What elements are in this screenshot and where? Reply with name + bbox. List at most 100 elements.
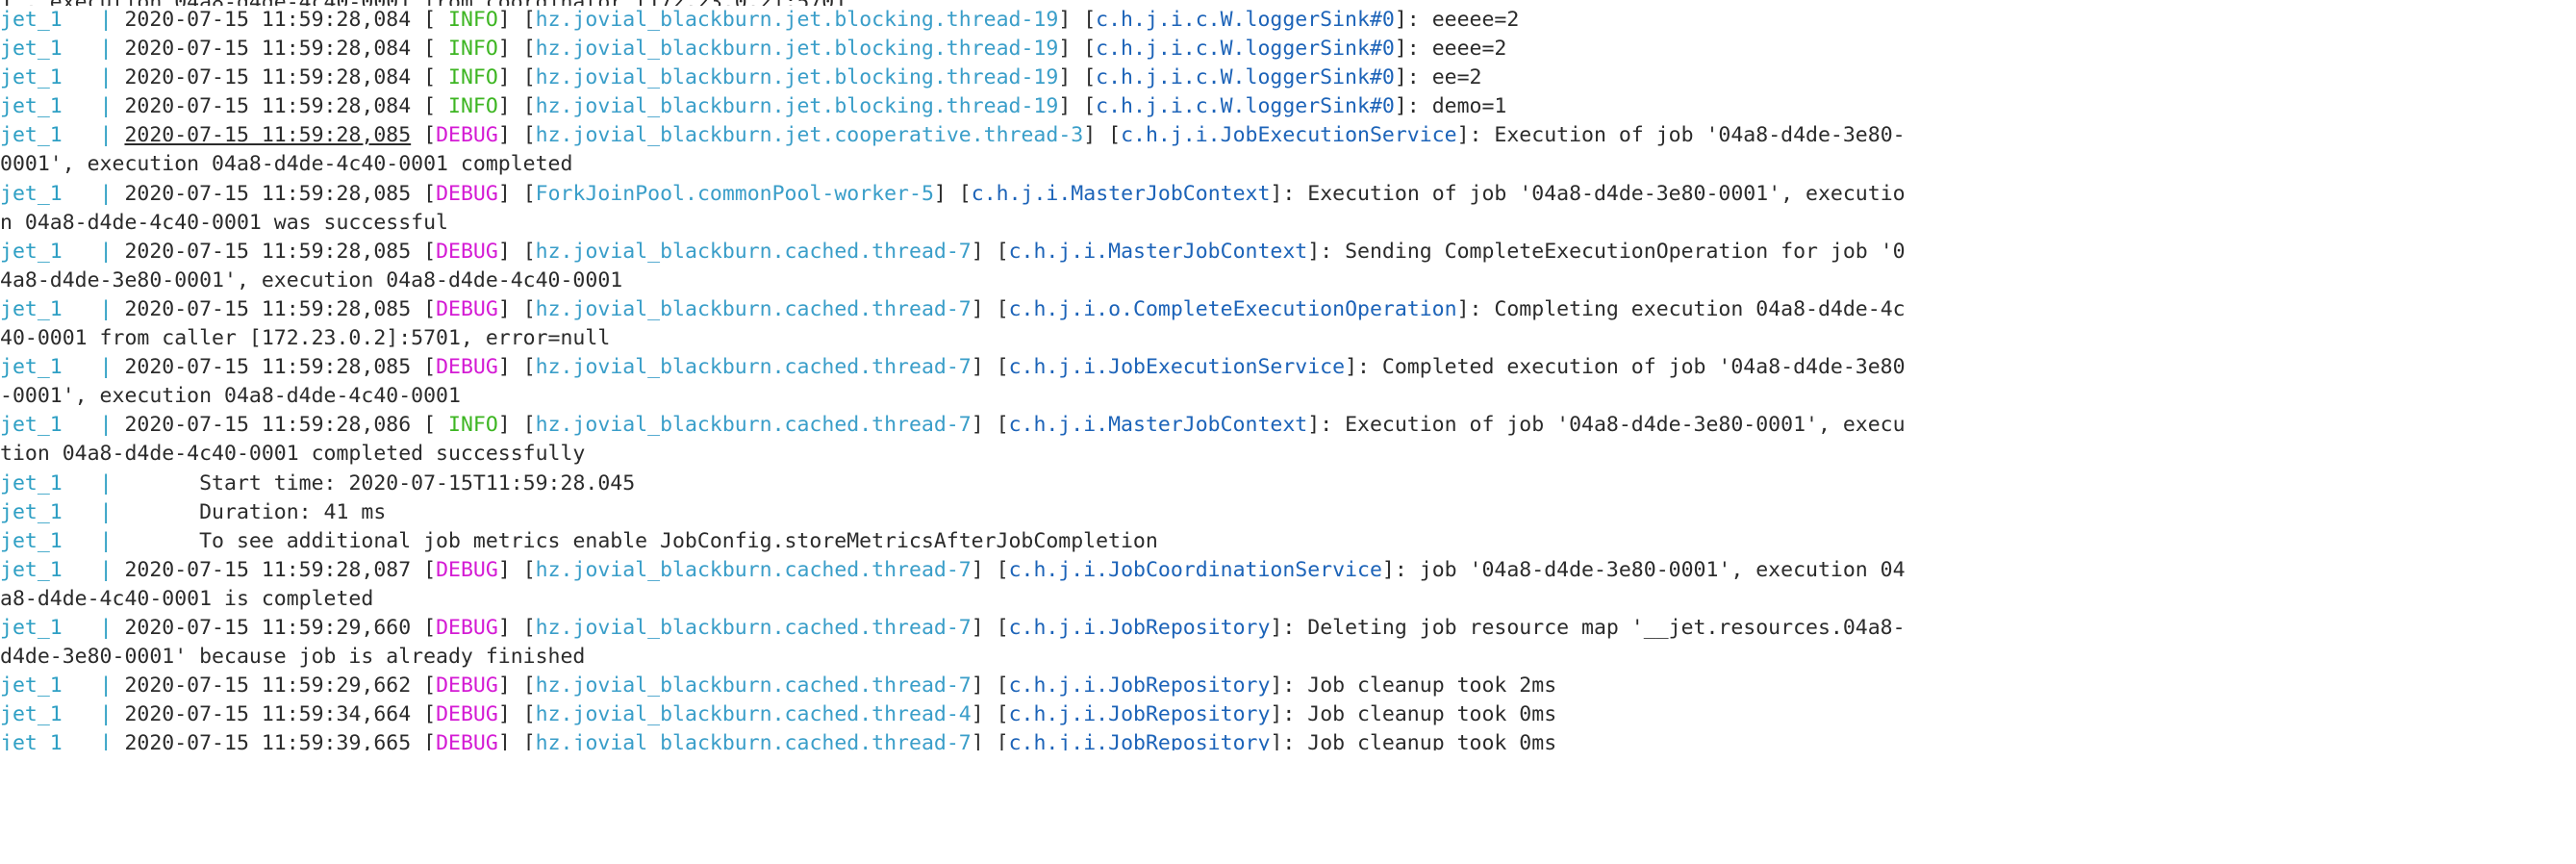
logger-bracket-close: ]	[1381, 557, 1395, 582]
log-level-bracket-close: ]	[497, 37, 511, 62]
log-line-entry: jet_1 | 2020-07-15 11:59:28,084 [ INFO] …	[0, 64, 2576, 92]
logger-bracket-open: [	[996, 239, 1009, 264]
logger-bracket-open: [	[996, 413, 1009, 438]
log-level-bracket-open: [	[423, 673, 437, 699]
log-message-separator: :	[1282, 181, 1308, 206]
service-separator: |	[99, 355, 125, 380]
log-level-badge: INFO	[448, 8, 498, 32]
log-level-bracket-open: [	[423, 123, 437, 148]
service-name: jet_1	[0, 37, 100, 62]
log-thread-name: hz.jovial_blackburn.jet.blocking.thread-…	[535, 65, 1059, 90]
service-separator: |	[99, 615, 125, 640]
log-message: Execution of job '04a8-d4de-3e80-	[1494, 123, 1906, 148]
log-thread-name: hz.jovial_blackburn.cached.thread-7	[535, 355, 972, 380]
log-level-bracket-open: [	[423, 37, 449, 62]
log-logger-name: c.h.j.i.JobRepository	[1008, 731, 1271, 751]
log-timestamp: 2020-07-15 11:59:28,084	[124, 37, 412, 62]
thread-bracket-open: [	[522, 702, 536, 727]
log-level-bracket-close: ]	[497, 557, 511, 582]
log-message: Job cleanup took 0ms	[1307, 702, 1557, 727]
log-message: Completing execution 04a8-d4de-4c	[1494, 296, 1906, 321]
log-level-badge: INFO	[448, 94, 498, 119]
log-level-bracket-close: ]	[497, 8, 511, 32]
log-line-entry: jet_1 | 2020-07-15 11:59:28,085 [DEBUG] …	[0, 238, 2576, 267]
log-thread-name: hz.jovial_blackburn.cached.thread-7	[535, 239, 972, 264]
service-name: jet_1	[0, 557, 100, 582]
thread-bracket-close: ]	[971, 296, 984, 321]
logger-bracket-close: ]	[1345, 355, 1358, 380]
log-logger-name: c.h.j.i.c.W.loggerSink#0	[1096, 94, 1395, 119]
log-message-separator: :	[1282, 702, 1308, 727]
log-level-badge: DEBUG	[436, 239, 498, 264]
service-separator: |	[99, 470, 125, 496]
logger-bracket-open: [	[1083, 65, 1097, 90]
log-line-continuation: 40-0001 from caller [172.23.0.2]:5701, e…	[0, 324, 2576, 353]
log-timestamp: 2020-07-15 11:59:28,087	[124, 557, 412, 582]
log-logger-name: c.h.j.i.JobRepository	[1008, 673, 1271, 699]
log-line-entry: jet_1 | 2020-07-15 11:59:29,660 [DEBUG] …	[0, 614, 2576, 643]
log-detail-text: Duration: 41 ms	[124, 499, 387, 524]
log-level-bracket-close: ]	[497, 181, 511, 206]
log-timestamp: 2020-07-15 11:59:28,085	[124, 181, 412, 206]
log-level-bracket-close: ]	[497, 355, 511, 380]
log-level-badge: DEBUG	[436, 181, 498, 206]
log-line-detail: jet_1 | Start time: 2020-07-15T11:59:28.…	[0, 470, 2576, 498]
log-timestamp: 2020-07-15 11:59:28,084	[124, 65, 412, 90]
log-level-badge: INFO	[448, 65, 498, 90]
thread-bracket-close: ]	[971, 731, 984, 751]
log-message: Job cleanup took 2ms	[1307, 673, 1557, 699]
log-line-continuation: -0001', execution 04a8-d4de-4c40-0001	[0, 382, 2576, 411]
service-name: jet_1	[0, 94, 100, 119]
log-timestamp: 2020-07-15 11:59:39,665	[124, 731, 412, 751]
log-line-entry: jet_1 | 2020-07-15 11:59:34,664 [DEBUG] …	[0, 700, 2576, 729]
log-logger-name: c.h.j.i.JobExecutionService	[1121, 123, 1457, 148]
log-logger-name: c.h.j.i.MasterJobContext	[1008, 413, 1308, 438]
log-thread-name: hz.jovial_blackburn.cached.thread-7	[535, 557, 972, 582]
log-level-badge: DEBUG	[436, 123, 498, 148]
log-line-continuation: n 04a8-d4de-4c40-0001 was successful	[0, 209, 2576, 238]
log-thread-name: hz.jovial_blackburn.cached.thread-7	[535, 731, 972, 751]
service-name: jet_1	[0, 528, 100, 553]
log-line-entry: jet_1 | 2020-07-15 11:59:28,084 [ INFO] …	[0, 35, 2576, 64]
log-message: eeee=2	[1431, 37, 1507, 62]
log-level-bracket-close: ]	[497, 296, 511, 321]
log-line-entry: jet_1 | 2020-07-15 11:59:39,665 [DEBUG] …	[0, 729, 2576, 750]
logger-bracket-open: [	[996, 296, 1009, 321]
log-level-bracket-open: [	[423, 65, 449, 90]
log-level-bracket-open: [	[423, 296, 437, 321]
log-message-separator: :	[1320, 413, 1346, 438]
log-timestamp: 2020-07-15 11:59:28,085	[124, 296, 412, 321]
log-continuation-text: tion 04a8-d4de-4c40-0001 completed succe…	[0, 442, 586, 467]
service-name: jet_1	[0, 355, 100, 380]
log-message-separator: :	[1282, 731, 1308, 751]
log-level-bracket-close: ]	[497, 65, 511, 90]
log-message: Execution of job '04a8-d4de-3e80-0001', …	[1345, 413, 1906, 438]
logger-bracket-close: ]	[1456, 296, 1470, 321]
log-continuation-text: 40-0001 from caller [172.23.0.2]:5701, e…	[0, 326, 611, 351]
logger-bracket-open: [	[1083, 37, 1097, 62]
service-separator: |	[99, 8, 125, 32]
log-thread-name: hz.jovial_blackburn.cached.thread-7	[535, 673, 972, 699]
log-message: Sending CompleteExecutionOperation for j…	[1345, 239, 1906, 264]
log-level-bracket-close: ]	[497, 94, 511, 119]
terminal-log-output[interactable]: 1', execution 04a8-d4de-4c40-0001 from c…	[0, 0, 2576, 864]
service-name: jet_1	[0, 239, 100, 264]
logger-bracket-open: [	[1083, 8, 1097, 32]
log-line-entry: jet_1 | 2020-07-15 11:59:28,085 [DEBUG] …	[0, 180, 2576, 209]
thread-bracket-open: [	[522, 731, 536, 751]
log-level-badge: DEBUG	[436, 557, 498, 582]
thread-bracket-open: [	[522, 65, 536, 90]
